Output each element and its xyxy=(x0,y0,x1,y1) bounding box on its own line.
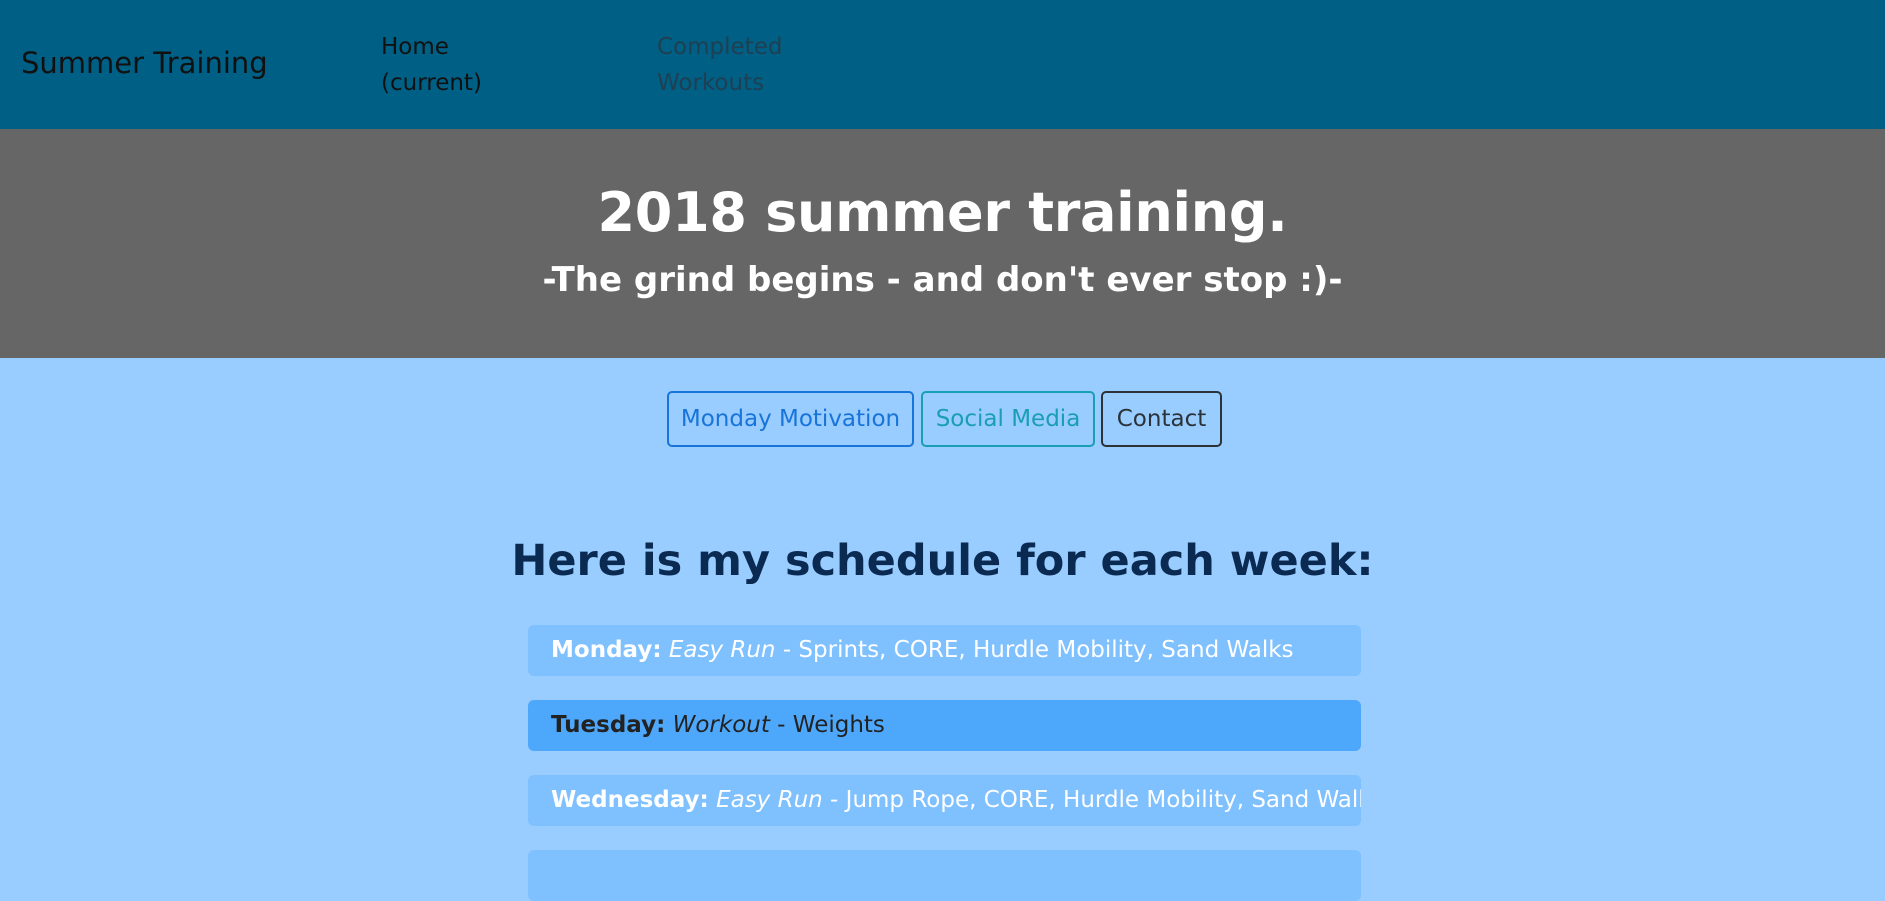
schedule-type: Workout xyxy=(672,712,770,738)
schedule-item-partial xyxy=(528,850,1361,901)
schedule-day: Tuesday: xyxy=(551,712,666,738)
nav-link-home[interactable]: Home (current) xyxy=(381,29,482,101)
social-media-button[interactable]: Social Media xyxy=(921,391,1095,447)
hero-subtitle: -The grind begins - and don't ever stop … xyxy=(542,260,1343,300)
schedule-day: Wednesday: xyxy=(551,787,709,813)
schedule-type: Easy Run xyxy=(716,787,823,813)
schedule-detail: - Sprints, CORE, Hurdle Mobility, Sand W… xyxy=(775,637,1294,663)
monday-motivation-button[interactable]: Monday Motivation xyxy=(667,391,914,447)
nav-link-completed-workouts[interactable]: Completed Workouts xyxy=(657,29,782,101)
hero-title: 2018 summer training. xyxy=(597,181,1288,244)
schedule-day: Monday: xyxy=(551,637,662,663)
contact-button[interactable]: Contact xyxy=(1101,391,1222,447)
schedule-item-tuesday: Tuesday: Workout - Weights xyxy=(528,700,1361,751)
schedule-item-monday: Monday: Easy Run - Sprints, CORE, Hurdle… xyxy=(528,625,1361,676)
navbar: Summer Training Home (current) Completed… xyxy=(0,0,1885,129)
nav-link-completed-line2: Workouts xyxy=(657,70,765,96)
nav-link-home-line1: Home xyxy=(381,34,449,60)
button-group: Monday Motivation Social Media Contact xyxy=(0,391,1885,449)
navbar-brand[interactable]: Summer Training xyxy=(21,46,268,80)
schedule-type: Easy Run xyxy=(668,637,776,663)
schedule-item-wednesday: Wednesday: Easy Run - Jump Rope, CORE, H… xyxy=(528,775,1361,826)
schedule-detail: - Weights xyxy=(769,712,885,738)
hero-banner: 2018 summer training. -The grind begins … xyxy=(0,129,1885,358)
schedule-heading: Here is my schedule for each week: xyxy=(511,536,1374,586)
schedule-detail: - Jump Rope, CORE, Hurdle Mobility, Sand… xyxy=(822,787,1361,813)
nav-link-home-line2: (current) xyxy=(381,70,482,96)
nav-link-completed-line1: Completed xyxy=(657,34,783,60)
